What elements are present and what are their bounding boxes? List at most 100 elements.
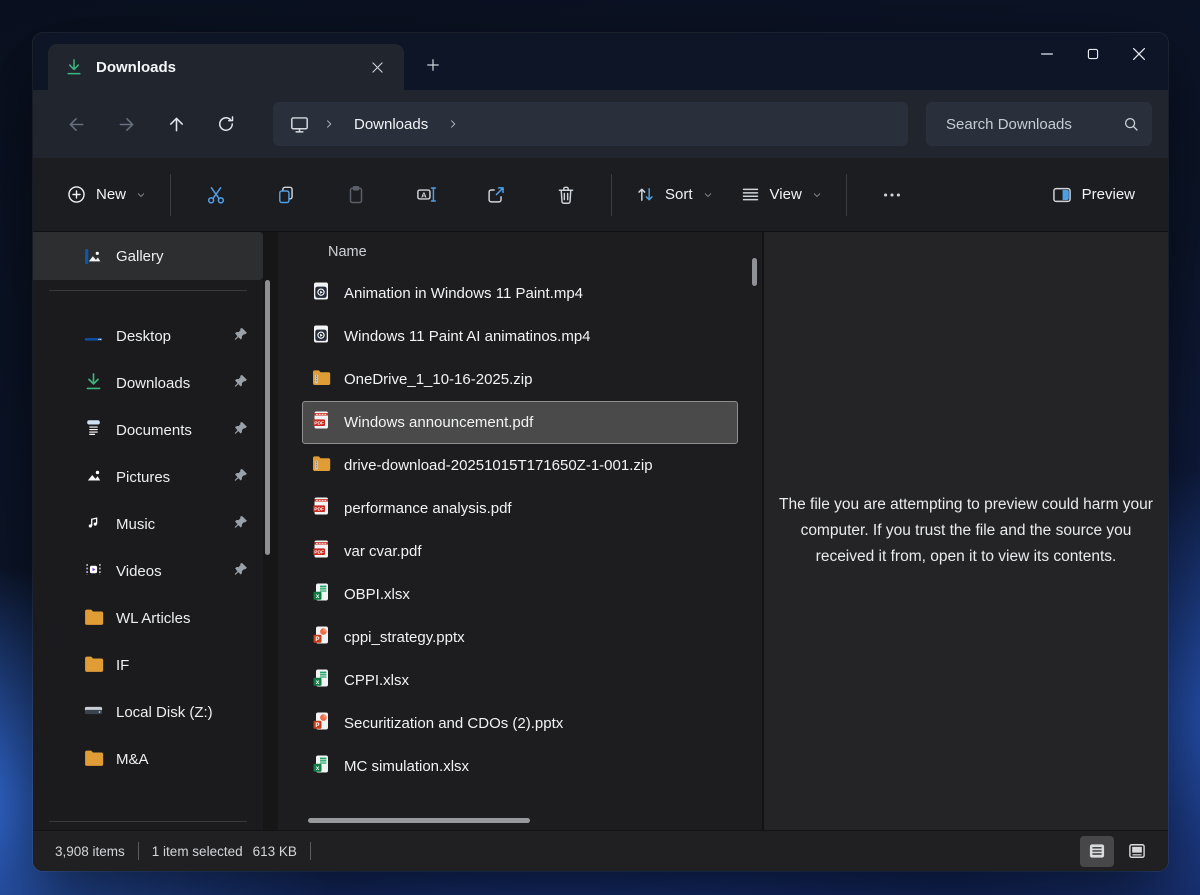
documents-icon [83,418,104,444]
folder-icon [83,606,104,632]
pin-icon [233,326,249,347]
new-tab-button[interactable] [416,48,450,82]
view-label: View [770,186,802,203]
sidebar-item-m-a[interactable]: M&A [33,736,263,783]
file-explorer-window: Downloads Downloads New [33,33,1168,871]
drive-icon [83,700,104,726]
file-list-horizontal-scrollbar[interactable] [308,818,530,823]
tab-downloads[interactable]: Downloads [48,44,404,90]
preview-toggle-button[interactable]: Preview [1038,174,1148,216]
forward-button[interactable] [103,103,149,145]
details-view-icon [1087,841,1107,861]
chevron-down-icon [702,189,714,201]
sort-button[interactable]: Sort [622,174,727,215]
sidebar-item-downloads[interactable]: Downloads [33,360,263,407]
pdf-file-icon [311,410,331,435]
file-row-drive-download-20251015t171650z-1-001-zip[interactable]: drive-download-20251015T171650Z-1-001.zi… [302,444,738,487]
preview-pane-icon [1051,184,1073,206]
search-input[interactable] [946,116,1122,133]
rename-button[interactable] [401,172,451,218]
new-label: New [96,186,126,203]
selection-count: 1 item selected [152,844,243,859]
file-row-mc-simulation-xlsx[interactable]: MC simulation.xlsx [302,745,738,788]
new-button[interactable]: New [53,174,160,215]
file-name: var cvar.pdf [344,543,422,560]
column-header-name[interactable]: Name [278,232,762,272]
window-controls [1024,37,1162,71]
excel-file-icon [311,582,331,607]
share-icon [485,184,507,206]
sidebar-item-local-disk-z[interactable]: Local Disk (Z:) [33,689,263,736]
minimize-button[interactable] [1024,37,1070,71]
preview-label: Preview [1082,186,1135,203]
sidebar-item-documents[interactable]: Documents [33,407,263,454]
share-button[interactable] [471,172,521,218]
navigation-sidebar: Gallery DesktopDownloadsDocumentsPicture… [33,232,263,830]
breadcrumb-downloads[interactable]: Downloads [348,116,434,133]
status-bar: 3,908 items 1 item selected 613 KB [33,830,1168,871]
paste-button[interactable] [331,172,381,218]
close-button[interactable] [1116,37,1162,71]
sidebar-item-pictures[interactable]: Pictures [33,454,263,501]
zip-file-icon [311,453,331,478]
sidebar-item-label: Videos [116,563,221,580]
chevron-right-icon[interactable] [446,117,460,131]
video-file-icon [311,324,331,349]
sidebar-item-videos[interactable]: Videos [33,548,263,595]
tab-close-button[interactable] [362,52,392,82]
thumbnail-view-button[interactable] [1120,836,1154,867]
view-button[interactable]: View [727,174,836,215]
gallery-icon [83,246,104,267]
more-options-button[interactable] [867,172,917,218]
maximize-button[interactable] [1070,37,1116,71]
file-row-var-cvar-pdf[interactable]: var cvar.pdf [302,530,738,573]
sidebar-item-wl-articles[interactable]: WL Articles [33,595,263,642]
file-row-securitization-and-cdos-2-pptx[interactable]: Securitization and CDOs (2).pptx [302,702,738,745]
file-row-obpi-xlsx[interactable]: OBPI.xlsx [302,573,738,616]
file-row-cppi-xlsx[interactable]: CPPI.xlsx [302,659,738,702]
navigation-bar: Downloads [33,90,1168,158]
address-bar[interactable]: Downloads [273,102,908,146]
details-view-button[interactable] [1080,836,1114,867]
back-button[interactable] [53,103,99,145]
command-toolbar: New Sort View Preview [33,158,1168,232]
this-pc-icon[interactable] [289,114,310,135]
file-row-animation-in-windows-11-paint-mp4[interactable]: Animation in Windows 11 Paint.mp4 [302,272,738,315]
delete-button[interactable] [541,172,591,218]
search-box[interactable] [926,102,1152,146]
file-name: OneDrive_1_10-16-2025.zip [344,371,532,388]
sidebar-scrollbar[interactable] [265,280,270,555]
excel-file-icon [311,668,331,693]
copy-button[interactable] [261,172,311,218]
sidebar-item-if[interactable]: IF [33,642,263,689]
sidebar-item-music[interactable]: Music [33,501,263,548]
file-row-cppi-strategy-pptx[interactable]: cppi_strategy.pptx [302,616,738,659]
toolbar-divider [170,174,171,216]
file-row-windows-announcement-pdf[interactable]: Windows announcement.pdf [302,401,738,444]
trash-icon [555,184,577,206]
file-row-performance-analysis-pdf[interactable]: performance analysis.pdf [302,487,738,530]
sidebar-item-gallery[interactable]: Gallery [33,232,263,280]
powerpoint-file-icon [311,711,331,736]
refresh-button[interactable] [203,103,249,145]
file-row-windows-11-paint-ai-animatinos-mp4[interactable]: Windows 11 Paint AI animatinos.mp4 [302,315,738,358]
view-lines-icon [740,184,761,205]
sidebar-item-label: Music [116,516,221,533]
file-list-panel: Name Animation in Windows 11 Paint.mp4Wi… [278,232,762,830]
main-content: Gallery DesktopDownloadsDocumentsPicture… [33,232,1168,830]
powerpoint-file-icon [311,625,331,650]
chevron-right-icon[interactable] [322,117,336,131]
up-button[interactable] [153,103,199,145]
pin-icon [233,467,249,488]
file-list-vertical-scrollbar[interactable] [752,258,757,286]
status-divider [310,842,311,860]
preview-pane: The file you are attempting to preview c… [762,232,1168,830]
sidebar-item-desktop[interactable]: Desktop [33,313,263,360]
pdf-file-icon [311,539,331,564]
cut-button[interactable] [191,172,241,218]
sidebar-item-label: WL Articles [116,610,249,627]
file-row-onedrive-1-10-16-2025-zip[interactable]: OneDrive_1_10-16-2025.zip [302,358,738,401]
search-icon[interactable] [1122,115,1140,133]
videos-icon [83,559,104,585]
zip-file-icon [311,367,331,392]
